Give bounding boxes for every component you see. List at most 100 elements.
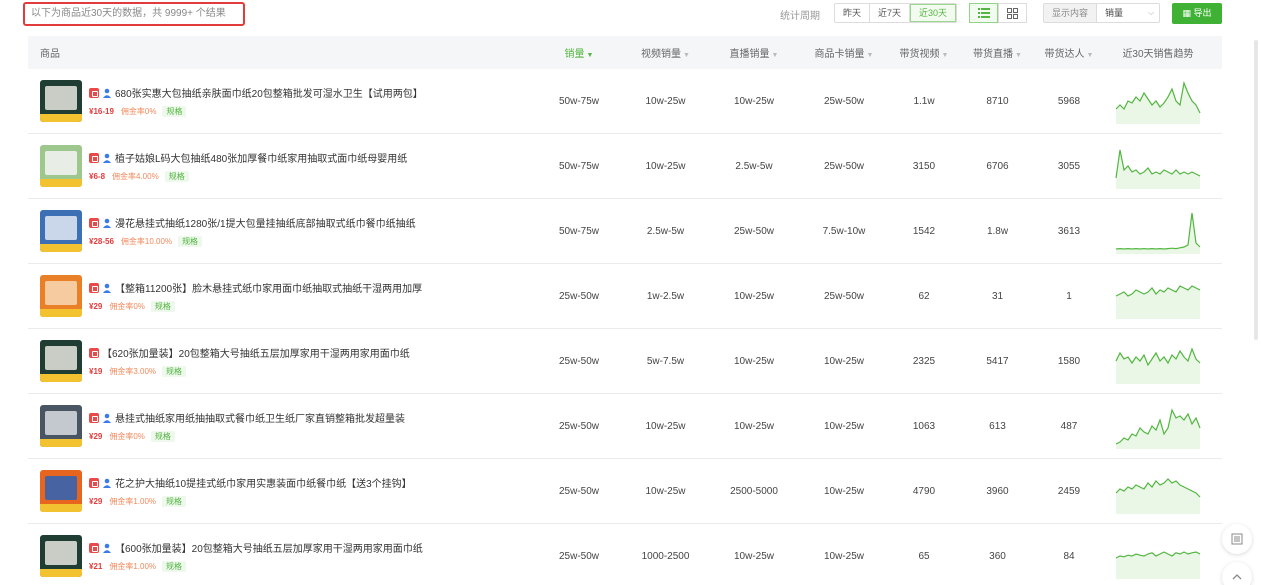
product-thumbnail[interactable] <box>40 210 82 252</box>
spec-tag[interactable]: 规格 <box>150 431 175 442</box>
spec-tag[interactable]: 规格 <box>162 496 187 507</box>
spec-tag[interactable]: 规格 <box>150 301 175 312</box>
back-to-top-button[interactable] <box>1222 562 1252 585</box>
product-price: ¥29 <box>89 432 103 441</box>
sort-icon: ▼ <box>683 52 690 59</box>
column-video-sales[interactable]: 视频销量 ▼ <box>619 45 712 60</box>
cell-live-sales: 2.5w-5w <box>735 160 773 172</box>
spec-tag[interactable]: 规格 <box>162 366 187 377</box>
product-thumbnail[interactable] <box>40 80 82 122</box>
table-row[interactable]: 悬挂式抽纸家用纸抽抽取式餐巾纸卫生纸厂家直销整箱批发超量装 ¥29 佣金率0% … <box>28 394 1222 459</box>
column-bring-video[interactable]: 带货视频 ▼ <box>892 45 956 60</box>
table-row[interactable]: 【整箱11200张】脸木悬挂式纸巾家用面巾纸抽取式抽纸干湿两用加厚 ¥29 佣金… <box>28 264 1222 329</box>
cell-bring-live: 6706 <box>986 160 1009 172</box>
product-cell: 680张实惠大包抽纸亲肤面巾纸20包整箱批发可湿水卫生【试用两包】 ¥16-19… <box>28 80 539 122</box>
column-live-sales-label: 直播销量 <box>729 49 770 60</box>
product-title[interactable]: 花之护大抽纸10提挂式纸巾家用实惠装面巾纸餐巾纸【送3个挂钩】 <box>115 475 412 490</box>
product-thumbnail[interactable] <box>40 145 82 187</box>
column-sales[interactable]: 销量 ▼ <box>539 45 619 60</box>
product-title-line: 680张实惠大包抽纸亲肤面巾纸20包整箱批发可湿水卫生【试用两包】 <box>89 85 423 100</box>
list-view-button[interactable] <box>969 3 998 23</box>
product-title[interactable]: 【600张加量装】20包整箱大号抽纸五层加厚家用干湿两用家用面巾纸 <box>115 540 423 555</box>
feedback-button[interactable] <box>1222 524 1252 554</box>
product-price: ¥21 <box>89 562 103 571</box>
cell-video-sales: 2.5w-5w <box>646 225 685 237</box>
product-title[interactable]: 植子姑娘L码大包抽纸480张加厚餐巾纸家用抽取式面巾纸母婴用纸 <box>115 150 407 165</box>
product-thumbnail[interactable] <box>40 340 82 382</box>
cell-card-sales: 7.5w-10w <box>822 225 866 237</box>
table-row[interactable]: 【620张加量装】20包整箱大号抽纸五层加厚家用干湿两用家用面巾纸 ¥19 佣金… <box>28 329 1222 394</box>
column-live-sales[interactable]: 直播销量 ▼ <box>712 45 796 60</box>
product-info: 【整箱11200张】脸木悬挂式纸巾家用面巾纸抽取式抽纸干湿两用加厚 ¥29 佣金… <box>89 280 422 312</box>
export-button[interactable]: ▦ 导出 <box>1172 3 1222 24</box>
cell-sales: 25w-50w <box>558 290 600 302</box>
cell-bring-talent: 2459 <box>1057 485 1081 497</box>
column-product: 商品 <box>40 49 60 60</box>
cell-sales: 25w-50w <box>558 550 600 562</box>
cell-bring-live: 8710 <box>986 95 1009 107</box>
column-bring-live-label: 带货直播 <box>973 49 1014 60</box>
product-title[interactable]: 【整箱11200张】脸木悬挂式纸巾家用面巾纸抽取式抽纸干湿两用加厚 <box>115 280 422 295</box>
cell-bring-video: 1.1w <box>913 95 935 107</box>
period-yesterday-button[interactable]: 昨天 <box>835 4 871 22</box>
column-card-sales[interactable]: 商品卡销量 ▼ <box>796 45 892 60</box>
product-title[interactable]: 【620张加量装】20包整箱大号抽纸五层加厚家用干湿两用家用面巾纸 <box>102 345 410 360</box>
cell-card-sales: 10w-25w <box>823 420 865 432</box>
spec-tag[interactable]: 规格 <box>178 236 203 247</box>
product-title[interactable]: 680张实惠大包抽纸亲肤面巾纸20包整箱批发可湿水卫生【试用两包】 <box>115 85 423 100</box>
table-row[interactable]: 花之护大抽纸10提挂式纸巾家用实惠装面巾纸餐巾纸【送3个挂钩】 ¥29 佣金率1… <box>28 459 1222 524</box>
trend-area <box>1116 349 1200 384</box>
sales-trend-sparkline <box>1115 80 1201 124</box>
table-row[interactable]: 【600张加量装】20包整箱大号抽纸五层加厚家用干湿两用家用面巾纸 ¥21 佣金… <box>28 524 1222 585</box>
product-meta: ¥16-19 佣金率0% 规格 <box>89 106 423 117</box>
column-video-sales-label: 视频销量 <box>641 49 682 60</box>
table-row[interactable]: 植子姑娘L码大包抽纸480张加厚餐巾纸家用抽取式面巾纸母婴用纸 ¥6-8 佣金率… <box>28 134 1222 199</box>
spec-tag[interactable]: 规格 <box>164 171 189 182</box>
cell-bring-live: 5417 <box>986 355 1009 367</box>
sales-trend-sparkline <box>1115 149 1201 189</box>
table-header: 商品 销量 ▼ 视频销量 ▼ 直播销量 ▼ 商品卡销量 ▼ 带货视频 ▼ 带货直播 ▼ 带货… <box>28 36 1222 69</box>
product-meta: ¥21 佣金率1.00% 规格 <box>89 561 423 572</box>
spec-tag[interactable]: 规格 <box>162 106 187 117</box>
product-title[interactable]: 漫花悬挂式抽纸1280张/1提大包量挂抽纸底部抽取式纸巾餐巾纸抽纸 <box>115 215 416 230</box>
cell-bring-video: 65 <box>918 550 930 562</box>
grid-view-button[interactable] <box>998 3 1027 23</box>
table-row[interactable]: 漫花悬挂式抽纸1280张/1提大包量挂抽纸底部抽取式纸巾餐巾纸抽纸 ¥28-56… <box>28 199 1222 264</box>
product-cell: 悬挂式抽纸家用纸抽抽取式餐巾纸卫生纸厂家直销整箱批发超量装 ¥29 佣金率0% … <box>28 405 539 447</box>
user-icon <box>103 478 111 488</box>
shop-icon <box>89 152 99 163</box>
cell-bring-talent: 487 <box>1060 420 1078 432</box>
product-title[interactable]: 悬挂式抽纸家用纸抽抽取式餐巾纸卫生纸厂家直销整箱批发超量装 <box>115 410 405 425</box>
product-cell: 花之护大抽纸10提挂式纸巾家用实惠装面巾纸餐巾纸【送3个挂钩】 ¥29 佣金率1… <box>28 470 539 512</box>
scrollbar[interactable] <box>1254 40 1258 340</box>
table-body: 680张实惠大包抽纸亲肤面巾纸20包整箱批发可湿水卫生【试用两包】 ¥16-19… <box>28 69 1222 585</box>
product-thumbnail[interactable] <box>40 275 82 317</box>
period-7days-button[interactable]: 近7天 <box>870 4 911 22</box>
commission-rate: 佣金率10.00% <box>120 237 173 246</box>
table-row[interactable]: 680张实惠大包抽纸亲肤面巾纸20包整箱批发可湿水卫生【试用两包】 ¥16-19… <box>28 69 1222 134</box>
product-thumbnail[interactable] <box>40 535 82 577</box>
cell-live-sales: 10w-25w <box>733 95 775 107</box>
sort-icon: ▼ <box>941 52 949 59</box>
trend-cell <box>1099 403 1217 449</box>
trend-area <box>1116 286 1200 319</box>
cell-bring-talent: 1580 <box>1057 355 1081 367</box>
trend-cell <box>1099 468 1217 514</box>
product-thumbnail[interactable] <box>40 470 82 512</box>
display-content-select[interactable]: 显示内容 销量 ⌵ <box>1043 3 1160 23</box>
cell-video-sales: 10w-25w <box>645 95 686 107</box>
trend-cell <box>1099 533 1217 579</box>
user-icon <box>103 88 111 98</box>
sales-trend-sparkline <box>1115 408 1201 449</box>
spec-tag[interactable]: 规格 <box>162 561 187 572</box>
column-bring-talent[interactable]: 带货达人 ▼ <box>1039 45 1099 60</box>
column-bring-live[interactable]: 带货直播 ▼ <box>956 45 1039 60</box>
column-bring-talent-label: 带货达人 <box>1044 49 1085 60</box>
product-cell: 植子姑娘L码大包抽纸480张加厚餐巾纸家用抽取式面巾纸母婴用纸 ¥6-8 佣金率… <box>28 145 539 187</box>
product-info: 花之护大抽纸10提挂式纸巾家用实惠装面巾纸餐巾纸【送3个挂钩】 ¥29 佣金率1… <box>89 475 412 507</box>
shop-icon <box>89 477 99 488</box>
period-30days-button[interactable]: 近30天 <box>910 4 957 22</box>
cell-bring-live: 1.8w <box>986 225 1009 237</box>
cell-sales: 25w-50w <box>558 485 600 497</box>
product-thumbnail[interactable] <box>40 405 82 447</box>
